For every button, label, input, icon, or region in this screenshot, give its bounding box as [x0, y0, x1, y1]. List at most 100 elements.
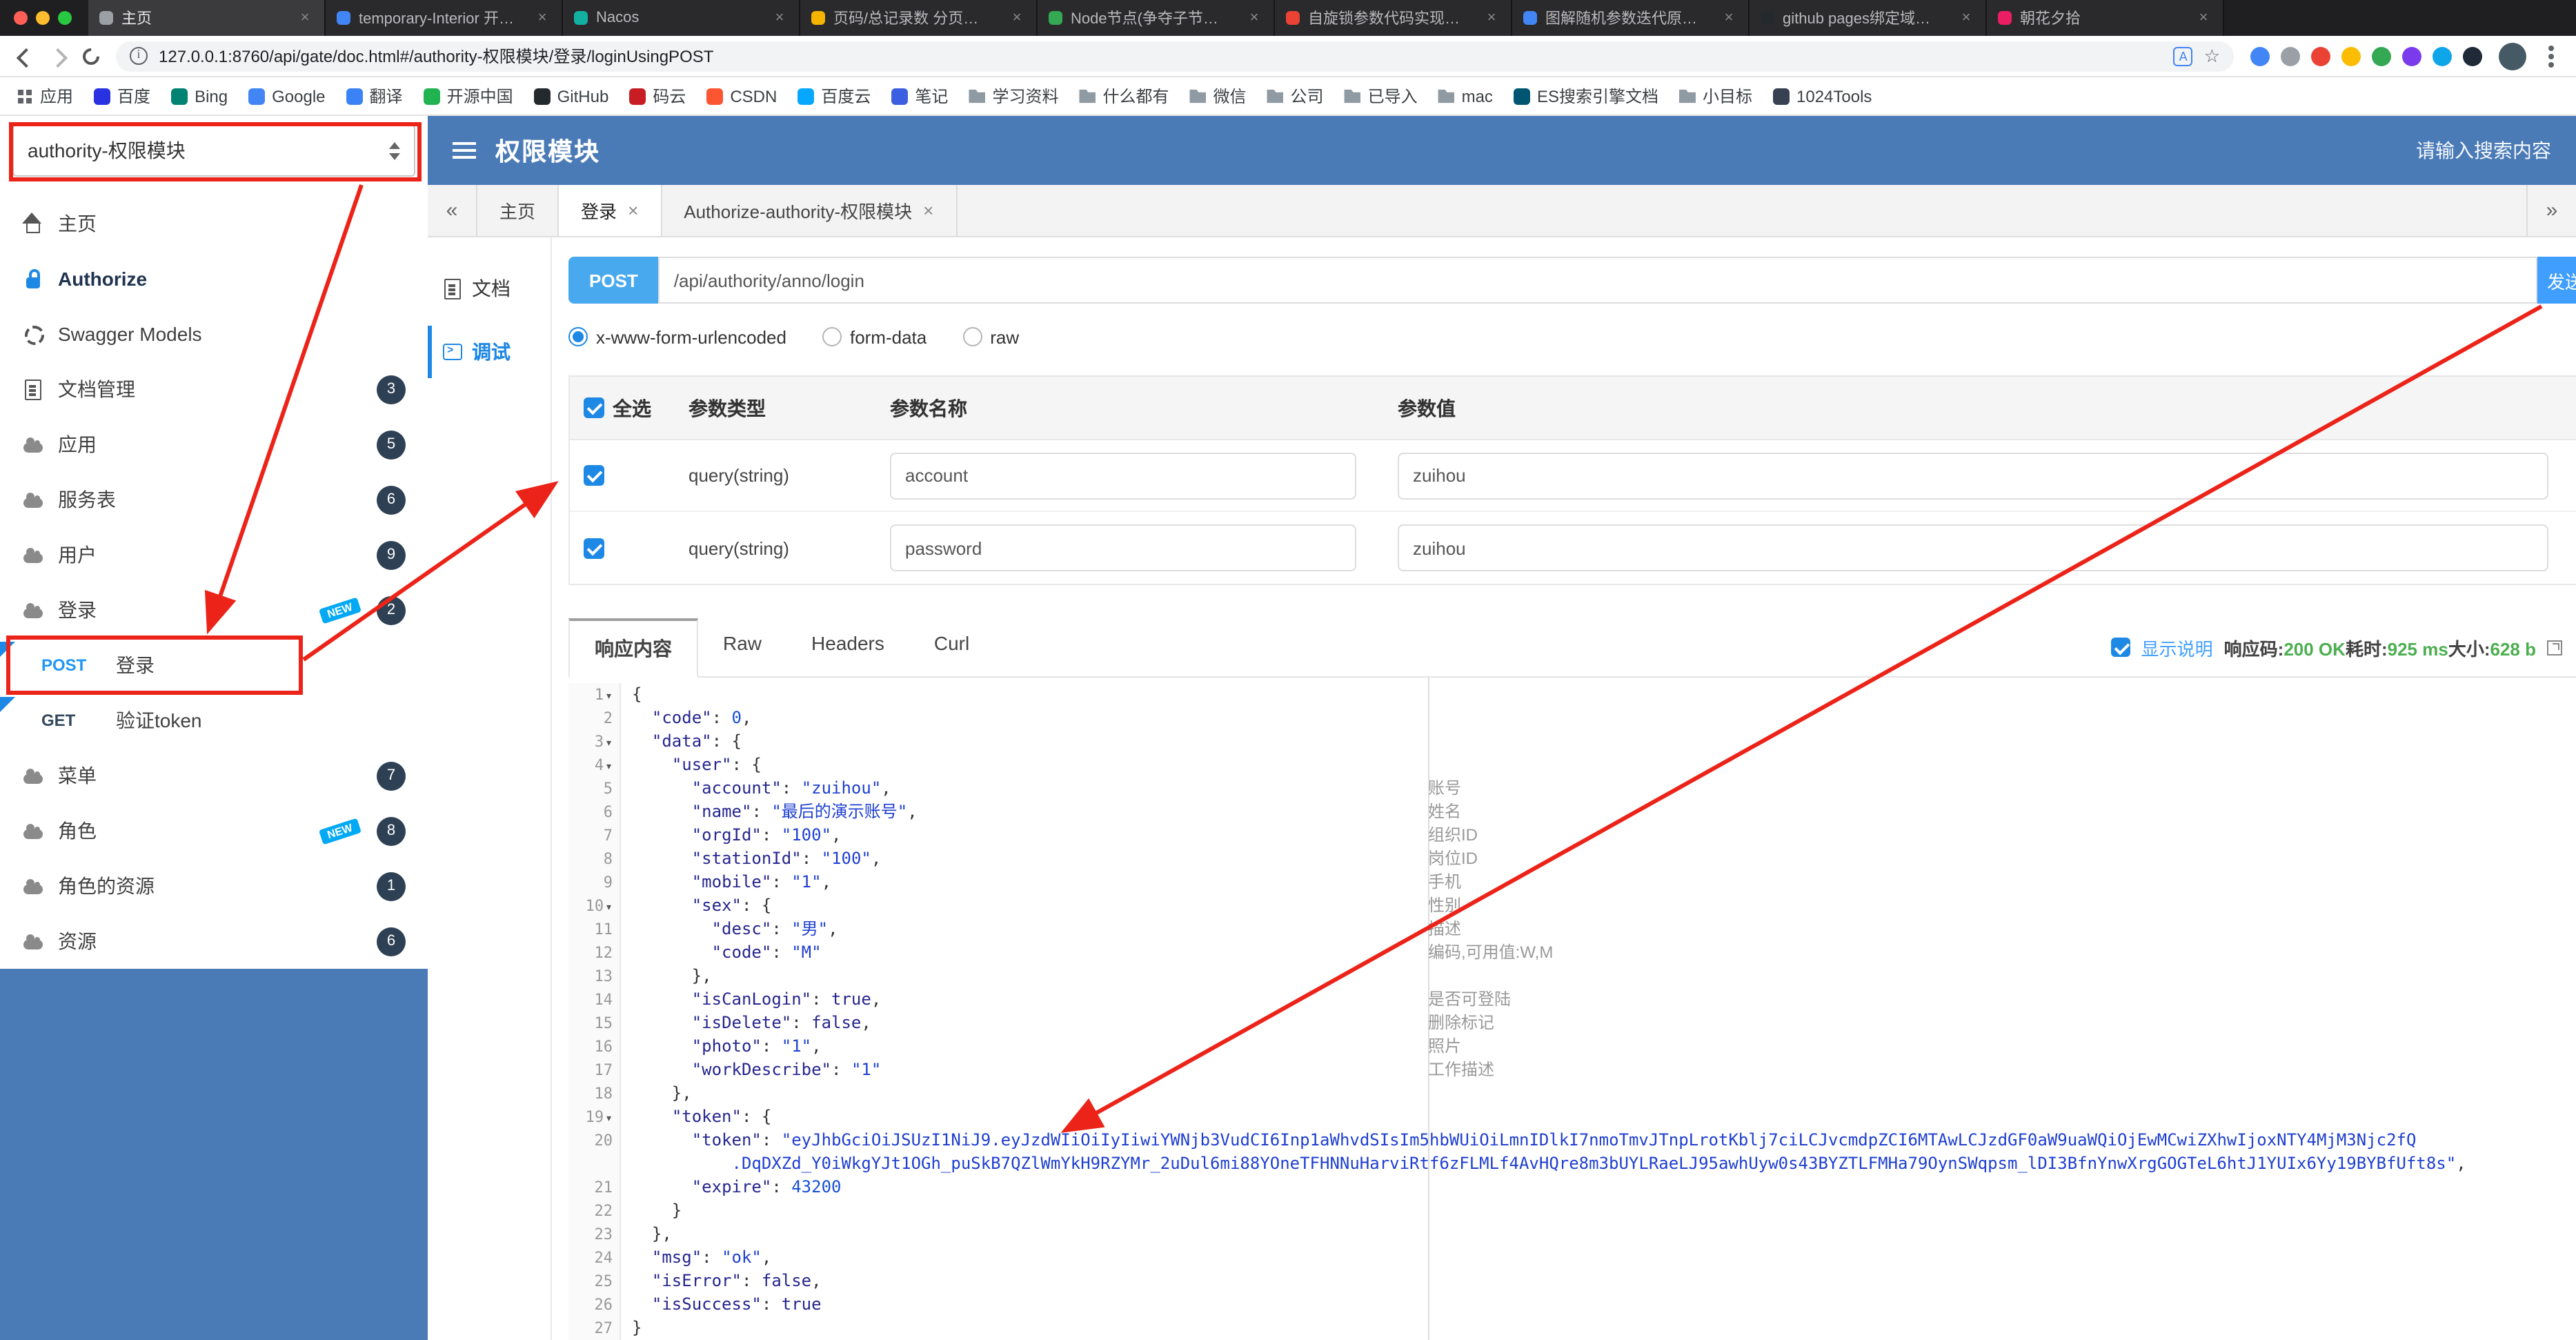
param-checkbox[interactable]: [584, 465, 604, 486]
radio-icon[interactable]: [568, 327, 588, 346]
extension-icon[interactable]: [2433, 46, 2452, 66]
line-number[interactable]: 7: [568, 824, 621, 847]
line-number[interactable]: 22: [568, 1199, 621, 1223]
sidebar-item[interactable]: Authorize: [0, 251, 428, 306]
page-info-icon[interactable]: [130, 47, 148, 65]
bookmark-star-icon[interactable]: [2204, 45, 2220, 67]
response-tab[interactable]: 响应内容: [568, 618, 698, 678]
extension-icon[interactable]: [2402, 46, 2421, 66]
line-number[interactable]: 19: [568, 1105, 621, 1129]
bookmark-item[interactable]: 公司: [1267, 84, 1324, 108]
translate-icon[interactable]: [2173, 46, 2193, 66]
bookmark-item[interactable]: 什么都有: [1079, 84, 1169, 108]
extension-icon[interactable]: [2463, 46, 2482, 66]
line-number[interactable]: 25: [568, 1270, 621, 1293]
response-tab[interactable]: Headers: [786, 618, 909, 676]
line-number[interactable]: 14: [568, 988, 621, 1012]
param-value-input[interactable]: [1398, 452, 2548, 499]
bookmark-item[interactable]: 开源中国: [423, 84, 513, 108]
content-type-option[interactable]: raw: [962, 326, 1019, 347]
doc-tab-close-icon[interactable]: [923, 200, 933, 221]
sidebar-item[interactable]: POST 登录: [0, 638, 428, 693]
line-number[interactable]: 6: [568, 800, 621, 824]
browser-menu-icon[interactable]: [2548, 53, 2554, 59]
line-number[interactable]: 27: [568, 1317, 621, 1340]
sidebar-item[interactable]: Swagger Models: [0, 306, 428, 362]
tab-close-icon[interactable]: [2195, 10, 2212, 26]
line-number[interactable]: 18: [568, 1082, 621, 1105]
extension-icon[interactable]: [2250, 46, 2270, 66]
address-bar[interactable]: 127.0.0.1:8760/api/gate/doc.html#/author…: [116, 41, 2234, 71]
response-tab[interactable]: Curl: [909, 618, 994, 676]
line-number[interactable]: 15: [568, 1012, 621, 1035]
line-number[interactable]: 13: [568, 965, 621, 988]
browser-tab[interactable]: Nacos: [563, 0, 800, 36]
extension-icon[interactable]: [2372, 46, 2391, 66]
tab-close-icon[interactable]: [1958, 10, 1974, 26]
line-number[interactable]: 12: [568, 941, 621, 965]
line-number[interactable]: 10: [568, 894, 621, 918]
line-number[interactable]: [568, 1152, 621, 1176]
extension-icon[interactable]: [2341, 46, 2361, 66]
browser-tab[interactable]: Node节点(争夺子节…: [1038, 0, 1275, 36]
doc-tab[interactable]: 主页: [477, 185, 559, 236]
line-number[interactable]: 9: [568, 871, 621, 894]
sidebar-item[interactable]: 资源 6: [0, 914, 428, 969]
content-type-option[interactable]: form-data: [822, 326, 927, 347]
bookmark-item[interactable]: 微信: [1189, 84, 1247, 108]
tab-close-icon[interactable]: [1246, 10, 1262, 26]
service-select[interactable]: authority-权限模块: [12, 124, 415, 177]
line-number[interactable]: 24: [568, 1246, 621, 1270]
tab-close-icon[interactable]: [771, 10, 788, 26]
sidebar-item[interactable]: 用户 9: [0, 527, 428, 582]
bookmark-item[interactable]: 翻译: [346, 84, 403, 108]
radio-icon[interactable]: [822, 327, 842, 346]
bookmark-item[interactable]: 百度云: [797, 84, 871, 108]
profile-avatar[interactable]: [2499, 42, 2526, 70]
sidebar-item[interactable]: 主页: [0, 196, 428, 251]
response-tab[interactable]: Raw: [698, 618, 786, 676]
sidebar-item[interactable]: 登录 NEW 2: [0, 582, 428, 638]
bookmark-item[interactable]: 1024Tools: [1773, 86, 1872, 106]
tab-close-icon[interactable]: [1483, 10, 1500, 26]
browser-tab[interactable]: 页码/总记录数 分页…: [800, 0, 1038, 36]
menu-toggle-icon[interactable]: [453, 142, 476, 159]
line-number[interactable]: 20: [568, 1129, 621, 1152]
send-button[interactable]: 发送: [2537, 257, 2576, 304]
line-number[interactable]: 1: [568, 683, 621, 707]
doc-tab-close-icon[interactable]: [628, 200, 638, 221]
line-number[interactable]: 3: [568, 730, 621, 753]
browser-tab[interactable]: 主页: [88, 0, 326, 36]
bookmark-item[interactable]: 学习资料: [969, 84, 1058, 108]
line-number[interactable]: 26: [568, 1293, 621, 1317]
line-number[interactable]: 5: [568, 777, 621, 800]
show-desc-checkbox[interactable]: [2110, 638, 2130, 657]
bookmark-item[interactable]: 笔记: [891, 84, 948, 108]
bookmark-item[interactable]: 百度: [94, 84, 150, 108]
browser-tab[interactable]: temporary-Interior 开…: [326, 0, 563, 36]
select-all-checkbox[interactable]: [584, 397, 604, 418]
bookmark-item[interactable]: 已导入: [1344, 84, 1418, 108]
bookmark-item[interactable]: Bing: [171, 86, 228, 106]
tab-close-icon[interactable]: [1009, 10, 1025, 26]
bookmark-item[interactable]: 码云: [629, 84, 686, 108]
bookmark-item[interactable]: GitHub: [533, 86, 608, 106]
tab-close-icon[interactable]: [297, 10, 313, 26]
extension-icon[interactable]: [2311, 46, 2330, 66]
line-number[interactable]: 4: [568, 753, 621, 777]
doc-tab[interactable]: 登录: [559, 185, 662, 236]
forward-button[interactable]: [50, 48, 66, 64]
line-number[interactable]: 11: [568, 918, 621, 941]
sidebar-item[interactable]: GET 验证token: [0, 693, 428, 748]
param-value-input[interactable]: [1398, 524, 2548, 571]
back-button[interactable]: [17, 48, 33, 64]
content-type-option[interactable]: x-www-form-urlencoded: [568, 326, 786, 347]
bookmark-item[interactable]: Google: [248, 86, 326, 106]
line-number[interactable]: 8: [568, 847, 621, 871]
bookmark-item[interactable]: 应用: [17, 84, 73, 108]
line-number[interactable]: 23: [568, 1223, 621, 1246]
bookmark-item[interactable]: CSDN: [706, 86, 777, 106]
bookmark-item[interactable]: mac: [1438, 86, 1493, 106]
extension-icon[interactable]: [2281, 46, 2300, 66]
param-name-input[interactable]: [890, 524, 1356, 571]
